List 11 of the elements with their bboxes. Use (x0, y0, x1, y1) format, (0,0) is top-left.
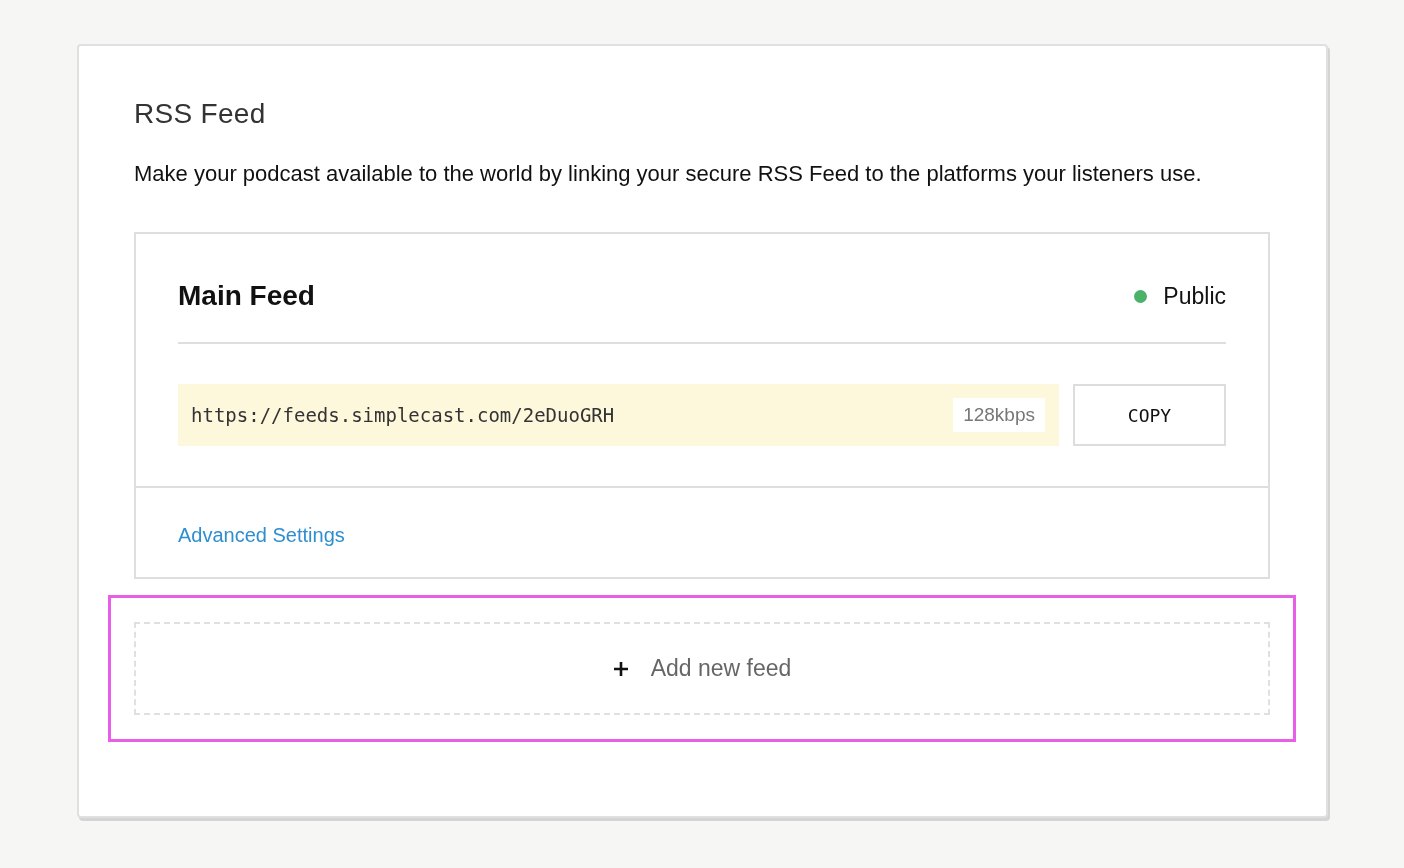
plus-icon (612, 660, 629, 677)
add-feed-button[interactable]: Add new feed (134, 622, 1270, 715)
feed-name: Main Feed (178, 280, 315, 312)
status-label: Public (1163, 282, 1226, 310)
feed-url-field[interactable]: https://feeds.simplecast.com/2eDuoGRH 128kbps (178, 384, 1059, 446)
section-description: Make your podcast available to the world by linking your secure RSS Feed to the platforms your listeners use. (134, 160, 1203, 188)
advanced-settings-link[interactable]: Advanced Settings (178, 524, 345, 546)
section-title: RSS Feed (134, 98, 267, 130)
copy-button[interactable]: COPY (1073, 384, 1226, 446)
bitrate-tag: 128kbps (953, 398, 1045, 432)
feed-url: https://feeds.simplecast.com/2eDuoGRH (191, 404, 615, 426)
